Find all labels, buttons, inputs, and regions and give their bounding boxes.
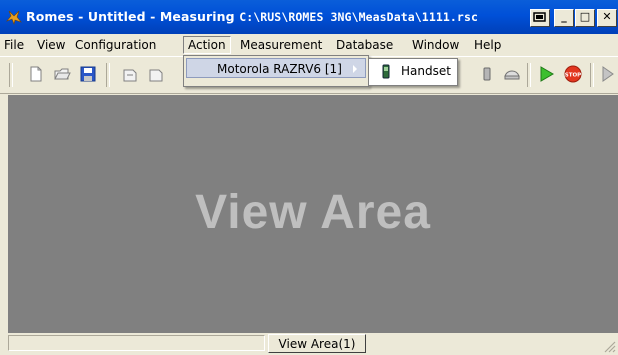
view-area[interactable]: View Area bbox=[8, 95, 618, 333]
minimize-icon: _ bbox=[561, 10, 567, 23]
save-icon[interactable] bbox=[78, 64, 98, 84]
toolbar-separator bbox=[590, 63, 594, 87]
restore-button[interactable] bbox=[530, 9, 550, 27]
app-name: Romes bbox=[26, 9, 74, 24]
redo-icon[interactable] bbox=[146, 64, 166, 84]
menu-item-handset-label: Handset bbox=[401, 64, 451, 78]
menu-database[interactable]: Database bbox=[332, 37, 397, 53]
maximize-button[interactable]: □ bbox=[575, 9, 595, 27]
stop-icon-label: STOP bbox=[565, 73, 581, 79]
next-icon[interactable] bbox=[598, 64, 618, 84]
menu-window[interactable]: Window bbox=[408, 37, 463, 53]
menu-item-motorola-label: Motorola RAZRV6 [1] bbox=[217, 62, 342, 76]
menu-measurement[interactable]: Measurement bbox=[236, 37, 326, 53]
phone-icon bbox=[382, 64, 390, 79]
resize-grip-icon[interactable] bbox=[602, 339, 616, 353]
submenu-arrow-icon bbox=[353, 65, 357, 73]
romes-app-icon bbox=[6, 10, 22, 25]
toolbar-grip[interactable] bbox=[9, 63, 13, 87]
maximize-icon: □ bbox=[579, 10, 591, 23]
menu-view[interactable]: View bbox=[33, 37, 69, 53]
menu-configuration[interactable]: Configuration bbox=[71, 37, 160, 53]
close-button[interactable]: ✕ bbox=[597, 9, 617, 27]
toolbar-separator bbox=[527, 63, 531, 87]
toolbar-separator bbox=[106, 63, 110, 87]
device-icon[interactable] bbox=[502, 64, 522, 84]
undo-icon[interactable] bbox=[120, 64, 140, 84]
phone-config-icon[interactable] bbox=[477, 64, 497, 84]
play-icon[interactable] bbox=[536, 64, 556, 84]
menu-action[interactable]: Action bbox=[183, 36, 231, 54]
new-icon[interactable] bbox=[26, 64, 46, 84]
title-bar[interactable]: Romes - Untitled - Measuring C:\RUS\ROME… bbox=[0, 0, 618, 34]
minimize-button[interactable]: _ bbox=[554, 9, 574, 27]
menu-item-handset[interactable]: Handset bbox=[371, 61, 455, 81]
status-bar: View Area(1) bbox=[0, 333, 618, 355]
open-icon[interactable] bbox=[52, 64, 72, 84]
menu-file[interactable]: File bbox=[0, 37, 28, 53]
action-menu: Motorola RAZRV6 [1] bbox=[183, 55, 369, 87]
title-middle: - Untitled - Measuring bbox=[73, 9, 240, 24]
tab-view-area[interactable]: View Area(1) bbox=[268, 334, 366, 353]
menu-bar: File View Configuration Action Measureme… bbox=[0, 34, 618, 56]
menu-help[interactable]: Help bbox=[470, 37, 505, 53]
view-title: View Area bbox=[195, 186, 431, 239]
stop-icon[interactable]: STOP bbox=[563, 64, 583, 84]
menu-item-motorola[interactable]: Motorola RAZRV6 [1] bbox=[186, 58, 366, 78]
close-icon: ✕ bbox=[602, 10, 612, 23]
title-path: C:\RUS\ROMES 3NG\MeasData\1111.rsc bbox=[239, 10, 478, 24]
restore-icon bbox=[533, 12, 546, 22]
window-title: Romes - Untitled - Measuring C:\RUS\ROME… bbox=[26, 9, 478, 24]
handset-submenu: Handset bbox=[368, 58, 458, 86]
status-panel bbox=[8, 335, 265, 351]
